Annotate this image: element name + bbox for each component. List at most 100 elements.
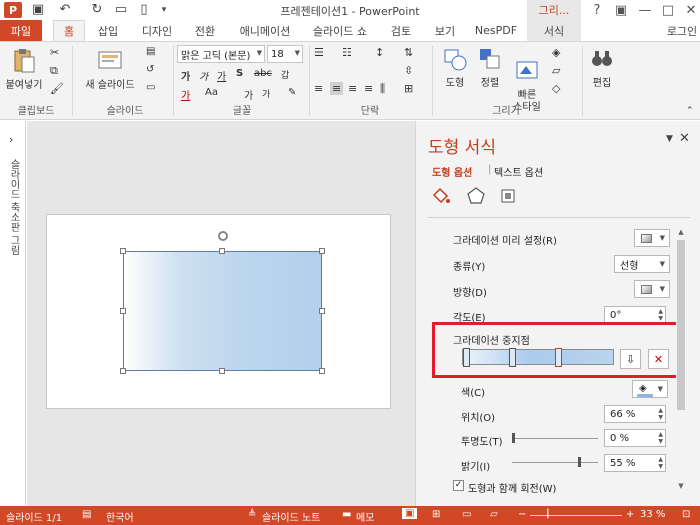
scrollbar-thumb[interactable] [677,240,685,410]
fill-line-icon[interactable] [430,185,452,207]
italic-icon[interactable]: 가 [199,68,208,83]
tab-review[interactable]: 검토 [386,20,416,41]
shape-effects-icon[interactable]: ◇ [552,82,560,95]
transparency-slider-thumb[interactable] [512,433,515,443]
transparency-slider[interactable] [512,438,598,439]
char-spacing-icon[interactable]: 갑 [281,68,289,81]
slide[interactable] [46,214,391,409]
slideshow-view-icon[interactable]: ▱ [490,509,498,520]
cut-icon[interactable]: ✂ [50,46,59,59]
close-pane-icon[interactable]: ✕ [679,131,690,146]
align-center-icon[interactable]: ≡ [330,82,344,95]
tab-home[interactable]: 홈 [53,20,85,41]
format-painter-icon[interactable]: 🖌 [50,82,64,95]
gradient-preset-dropdown[interactable]: ▼ [634,229,670,247]
layout-icon[interactable]: ▤ [146,46,155,57]
rotate-handle[interactable] [218,231,228,241]
font-color-icon[interactable]: 가 [181,87,190,102]
comments-button[interactable]: 메모 [356,509,374,524]
notes-icon[interactable]: ≜ [248,509,256,520]
align-text-icon[interactable]: ⇳ [404,64,413,77]
comments-icon[interactable]: ▬ [342,509,351,520]
tab-text-options[interactable]: 텍스트 옵션 [494,164,543,179]
underline-icon[interactable]: 가 [217,68,226,83]
rotate-with-shape-checkbox[interactable]: ✓ [453,480,464,491]
tab-view[interactable]: 보기 [428,20,462,41]
section-icon[interactable]: ▭ [146,82,155,93]
zoom-slider[interactable] [530,515,622,516]
tab-insert[interactable]: 삽입 [90,20,126,41]
brightness-slider[interactable] [512,462,598,463]
shape-outline-icon[interactable]: ▱ [552,64,560,77]
clear-format-icon[interactable]: ✎ [288,87,296,98]
spellcheck-icon[interactable]: ▤ [82,509,91,520]
resize-handle[interactable] [219,368,225,374]
bullets-icon[interactable]: ☰ [314,46,324,59]
notes-button[interactable]: 슬라이드 노트 [262,509,320,524]
close-button[interactable]: ✕ [678,0,700,20]
zoom-level[interactable]: 33 % [640,509,665,520]
font-size-combo[interactable]: 18 ▼ [267,45,303,63]
justify-icon[interactable]: ≡ [364,82,373,95]
shrink-font-icon[interactable]: 가 [262,87,270,100]
stop-color-dropdown[interactable]: ◈ ▼ [632,380,668,398]
size-properties-icon[interactable] [497,185,519,207]
smartart-icon[interactable]: ⊞ [404,82,413,95]
gradient-rectangle-shape[interactable] [123,251,322,371]
position-spinner[interactable]: 66 % ▲ ▼ [604,405,666,423]
tab-format[interactable]: 서식 [527,20,581,41]
tab-transitions[interactable]: 전환 [188,20,222,41]
ribbon-display-button[interactable]: ▣ [608,0,634,20]
zoom-out-icon[interactable]: − [518,509,526,520]
tab-slideshow[interactable]: 슬라이드 쇼 [306,20,374,41]
scroll-down-icon[interactable]: ▼ [676,482,686,490]
resize-handle[interactable] [319,248,325,254]
bold-icon[interactable]: 가 [181,68,190,83]
resize-handle[interactable] [319,308,325,314]
tab-shape-options[interactable]: 도형 옵션 [432,164,472,179]
tab-design[interactable]: 디자인 [136,20,178,41]
align-right-icon[interactable]: ≡ [348,82,357,95]
language-indicator[interactable]: 한국어 [106,509,134,524]
collapse-ribbon-icon[interactable]: ⌃ [686,106,694,116]
resize-handle[interactable] [120,308,126,314]
scroll-up-icon[interactable]: ▲ [676,228,686,236]
text-direction-icon[interactable]: ⇅ [404,46,413,59]
font-family-combo[interactable]: 맑은 고딕 (본문) ▼ [177,45,265,63]
resize-handle[interactable] [319,368,325,374]
resize-handle[interactable] [219,248,225,254]
direction-dropdown[interactable]: ▼ [634,280,670,298]
shadow-text-icon[interactable]: S [236,68,243,79]
expand-panel-icon[interactable]: › [9,133,13,146]
tab-nespdf[interactable]: NesPDF [472,20,520,41]
slide-sorter-icon[interactable]: ⊞ [432,509,440,520]
copy-icon[interactable]: ⧉ [50,64,58,78]
resize-handle[interactable] [120,368,126,374]
shape-fill-icon[interactable]: ◈ [552,46,560,59]
numbering-icon[interactable]: ☷ [342,46,352,59]
grow-font-icon[interactable]: 가 [244,87,253,102]
tab-animations[interactable]: 애니메이션 [234,20,296,41]
resize-handle[interactable] [120,248,126,254]
strikethrough-icon[interactable]: abc [254,68,272,79]
transparency-spinner[interactable]: 0 % ▲ ▼ [604,429,666,447]
type-select[interactable]: 선형 ▼ [614,255,670,273]
pane-scrollbar[interactable]: ▲ ▼ [676,228,686,490]
zoom-slider-thumb[interactable]: | [546,508,550,519]
reading-view-icon[interactable]: ▭ [462,509,471,520]
sign-in-link[interactable]: 로그인 [664,20,700,41]
brightness-spinner[interactable]: 55 % ▲ ▼ [604,454,666,472]
help-button[interactable]: ? [584,0,610,20]
zoom-in-icon[interactable]: + [626,509,634,520]
normal-view-icon[interactable]: ▣ [402,508,418,519]
effects-pentagon-icon[interactable] [465,185,487,207]
align-left-icon[interactable]: ≡ [314,82,323,95]
editing-button[interactable]: 편집 [586,46,618,90]
reset-icon[interactable]: ↺ [146,64,154,75]
new-slide-button[interactable]: 새 슬라이드 [80,48,140,92]
tab-file[interactable]: 파일 [0,20,42,41]
columns-icon[interactable]: ⫼ [380,82,385,96]
line-spacing-icon[interactable]: ↕ [375,46,384,59]
paste-button[interactable]: 붙여넣기 [4,48,44,92]
change-case-icon[interactable]: Aa [205,87,218,98]
